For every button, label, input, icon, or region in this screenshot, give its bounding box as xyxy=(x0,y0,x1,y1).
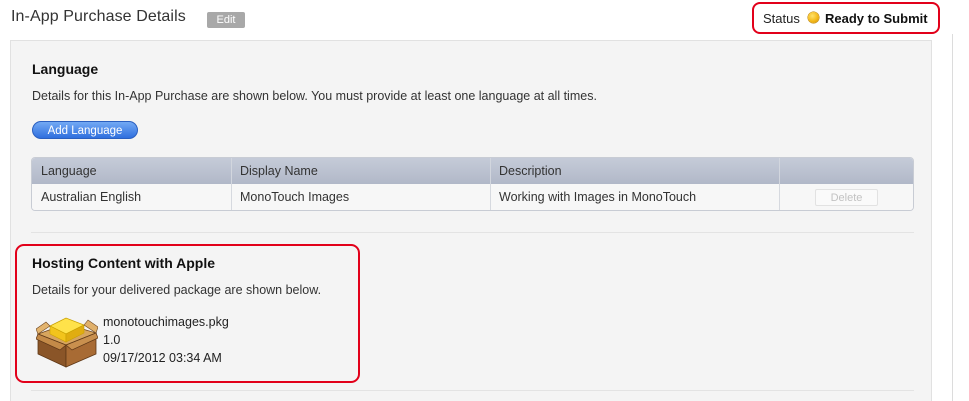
status-dot-icon xyxy=(808,12,819,23)
add-language-button[interactable]: Add Language xyxy=(32,121,138,139)
language-section-description: Details for this In-App Purchase are sho… xyxy=(32,89,597,103)
package-icon xyxy=(36,317,98,368)
cell-display-name: MonoTouch Images xyxy=(240,190,350,204)
column-header-display-name[interactable]: Display Name xyxy=(231,158,490,184)
edit-button[interactable]: Edit xyxy=(207,12,245,28)
section-divider xyxy=(31,232,914,233)
scrollbar-track[interactable] xyxy=(953,0,969,401)
page-title: In-App Purchase Details xyxy=(11,8,186,25)
table-header: Language Display Name Description xyxy=(32,158,913,184)
package-version: 1.0 xyxy=(103,333,121,347)
language-section-title: Language xyxy=(32,61,99,77)
status-label: Status xyxy=(763,11,800,26)
column-header-actions xyxy=(779,158,913,184)
column-header-description[interactable]: Description xyxy=(490,158,779,184)
package-date: 09/17/2012 03:34 AM xyxy=(103,351,222,365)
hosting-section-title: Hosting Content with Apple xyxy=(32,255,216,271)
column-header-language[interactable]: Language xyxy=(32,158,231,184)
delete-button[interactable]: Delete xyxy=(815,189,878,206)
cell-description: Working with Images in MonoTouch xyxy=(499,190,697,204)
hosting-section-description: Details for your delivered package are s… xyxy=(32,283,322,297)
table-row[interactable]: Australian English MonoTouch Images Work… xyxy=(32,184,913,210)
page: In-App Purchase Details Edit Status Read… xyxy=(0,0,969,401)
cell-language: Australian English xyxy=(41,190,142,204)
package-filename: monotouchimages.pkg xyxy=(103,315,229,329)
language-table: Language Display Name Description Austra… xyxy=(31,157,914,211)
section-divider-bottom xyxy=(31,390,914,391)
status-value: Ready to Submit xyxy=(825,11,928,26)
